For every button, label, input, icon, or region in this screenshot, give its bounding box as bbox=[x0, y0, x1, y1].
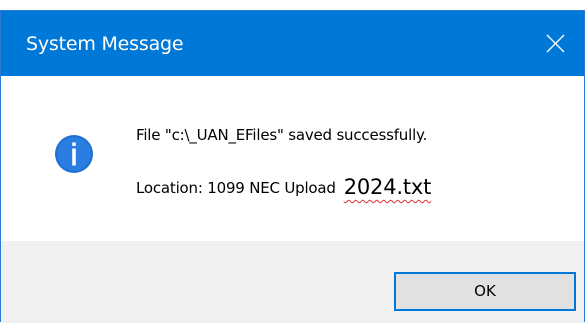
info-icon bbox=[55, 135, 93, 173]
close-icon bbox=[546, 34, 565, 53]
title-bar[interactable]: System Message bbox=[1, 11, 584, 76]
ok-button[interactable]: OK bbox=[394, 272, 576, 311]
system-message-dialog: System Message File "c:\_UAN_EFiles" sav… bbox=[0, 10, 585, 323]
message-line-1: File "c:\_UAN_EFiles" saved successfully… bbox=[136, 126, 428, 144]
location-filename: 2024.txt bbox=[343, 175, 432, 199]
location-label: Location: 1099 NEC Upload bbox=[136, 179, 336, 197]
window-title: System Message bbox=[26, 33, 184, 55]
message-line-2: Location: 1099 NEC Upload 2024.txt bbox=[136, 174, 432, 199]
button-bar: OK bbox=[1, 241, 584, 323]
close-button[interactable] bbox=[526, 11, 584, 76]
message-area: File "c:\_UAN_EFiles" saved successfully… bbox=[1, 76, 584, 241]
